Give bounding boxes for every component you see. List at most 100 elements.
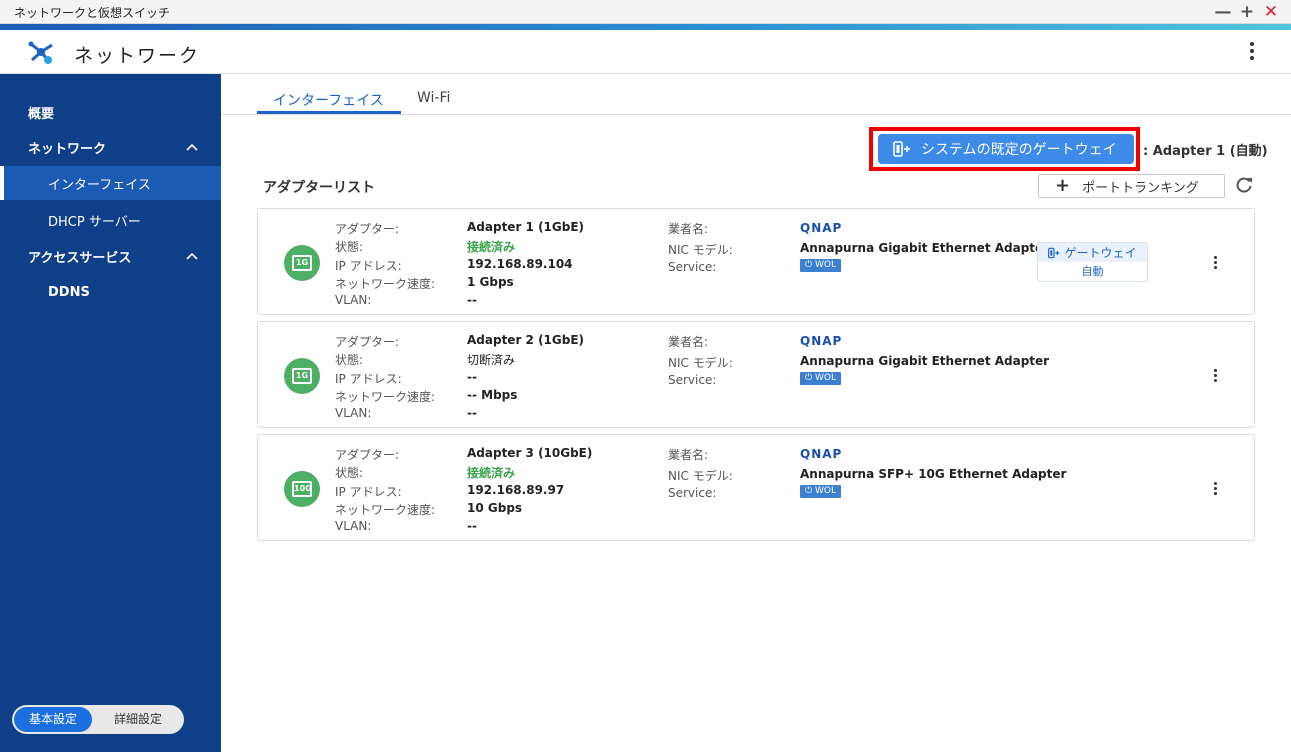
- adapter-ip: 192.168.89.104: [467, 257, 573, 271]
- sidebar: 概要 ネットワーク インターフェイス DHCP サーバー アクセスサービス DD…: [0, 74, 221, 752]
- gateway-tag: ゲートウェイ 自動: [1037, 242, 1148, 282]
- adapter-list-title: アダプターリスト: [263, 180, 375, 196]
- adapter-card[interactable]: 1G アダプター: 状態: IP アドレス: ネットワーク速度: VLAN: A…: [257, 208, 1255, 315]
- sidebar-item-label: DDNS: [48, 284, 90, 300]
- adapter-speed: -- Mbps: [467, 388, 518, 402]
- port-trunking-label: ポートトランキング: [1082, 180, 1199, 196]
- refresh-icon[interactable]: [1234, 175, 1254, 195]
- chevron-up-icon[interactable]: [185, 140, 199, 154]
- gateway-mode: 自動: [1081, 265, 1104, 278]
- adapter-label: アダプター:: [335, 222, 400, 236]
- adapter-status: 接続済み: [467, 466, 516, 480]
- mode-toggle[interactable]: 基本設定 詳細設定: [12, 705, 184, 734]
- app-header: ネットワーク: [0, 30, 1291, 74]
- nic-model-label: NIC モデル:: [668, 469, 733, 483]
- gateway-tag-label: ゲートウェイ: [1064, 246, 1137, 260]
- vendor-label: 業者名:: [668, 222, 709, 236]
- vlan-label: VLAN:: [335, 406, 372, 420]
- maximize-icon[interactable]: +: [1237, 2, 1257, 22]
- sidebar-item-label: DHCP サーバー: [48, 214, 141, 230]
- nic-model: Annapurna Gigabit Ethernet Adapter: [800, 354, 1050, 368]
- status-label: 状態:: [335, 353, 364, 367]
- adapter-name: Adapter 3 (10GbE): [467, 446, 593, 460]
- adapter-status: 接続済み: [467, 240, 516, 254]
- sidebar-item-label: 概要: [28, 106, 55, 122]
- row-more-icon[interactable]: [1211, 482, 1219, 498]
- qnap-logo: QNAP: [800, 334, 843, 348]
- vendor-label: 業者名:: [668, 335, 709, 349]
- status-label: 状態:: [335, 240, 364, 254]
- sidebar-item-dhcp-server[interactable]: DHCP サーバー: [0, 203, 221, 237]
- active-tab-indicator: [257, 111, 401, 114]
- sidebar-item-label: アクセスサービス: [28, 250, 132, 266]
- chevron-up-icon[interactable]: [185, 249, 199, 263]
- sidebar-item-access-services[interactable]: アクセスサービス: [0, 239, 221, 273]
- default-gateway-label: システムの既定のゲートウェイ: [921, 142, 1117, 158]
- main-content: インターフェイス Wi-Fi システムの既定のゲートウェイ : Adapter …: [221, 74, 1291, 752]
- basic-mode-button[interactable]: 基本設定: [14, 707, 92, 732]
- service-label: Service:: [668, 260, 717, 274]
- default-gateway-value: : Adapter 1 (自動): [1143, 144, 1268, 159]
- window-title-bar: ネットワークと仮想スイッチ — + ✕: [0, 0, 1291, 24]
- ip-label: IP アドレス:: [335, 485, 402, 499]
- adapter-name: Adapter 2 (1GbE): [467, 333, 585, 347]
- vendor-label: 業者名:: [668, 448, 709, 462]
- port-trunking-button[interactable]: + ポートトランキング: [1038, 174, 1225, 198]
- sidebar-item-overview[interactable]: 概要: [0, 95, 221, 129]
- ethernet-port-icon: 1G: [284, 358, 320, 394]
- default-gateway-button[interactable]: システムの既定のゲートウェイ: [878, 134, 1134, 164]
- close-icon[interactable]: ✕: [1261, 2, 1281, 22]
- status-label: 状態:: [335, 466, 364, 480]
- adapter-speed: 1 Gbps: [467, 275, 514, 289]
- row-more-icon[interactable]: [1211, 256, 1219, 272]
- vlan-label: VLAN:: [335, 293, 372, 307]
- ip-label: IP アドレス:: [335, 372, 402, 386]
- advanced-mode-button[interactable]: 詳細設定: [98, 707, 178, 732]
- nic-model-label: NIC モデル:: [668, 243, 733, 257]
- ip-label: IP アドレス:: [335, 259, 402, 273]
- adapter-card[interactable]: 1G アダプター: 状態: IP アドレス: ネットワーク速度: VLAN: A…: [257, 321, 1255, 428]
- speed-label: ネットワーク速度:: [335, 277, 436, 291]
- tab-bar: インターフェイス Wi-Fi: [221, 74, 1291, 115]
- adapter-status: 切断済み: [467, 353, 516, 367]
- sidebar-item-ddns[interactable]: DDNS: [0, 275, 221, 309]
- adapter-ip: --: [467, 370, 477, 384]
- adapter-label: アダプター:: [335, 448, 400, 462]
- speed-label: ネットワーク速度:: [335, 390, 436, 404]
- gateway-icon: [1048, 247, 1060, 258]
- sidebar-item-network[interactable]: ネットワーク: [0, 130, 221, 164]
- more-options-icon[interactable]: [1240, 39, 1264, 65]
- tab-wifi[interactable]: Wi-Fi: [417, 90, 450, 106]
- nic-model: Annapurna Gigabit Ethernet Adapter: [800, 241, 1050, 255]
- ethernet-port-icon: 10G: [284, 471, 320, 507]
- ethernet-port-icon: 1G: [284, 245, 320, 281]
- wol-badge: ⏻ WOL: [800, 372, 841, 385]
- tab-interface[interactable]: インターフェイス: [273, 90, 384, 110]
- adapter-ip: 192.168.89.97: [467, 483, 565, 497]
- plus-icon: +: [1055, 175, 1071, 196]
- nic-model-label: NIC モデル:: [668, 356, 733, 370]
- network-icon: [28, 41, 53, 64]
- adapter-card[interactable]: 10G アダプター: 状態: IP アドレス: ネットワーク速度: VLAN: …: [257, 434, 1255, 541]
- row-more-icon[interactable]: [1211, 369, 1219, 385]
- window-title: ネットワークと仮想スイッチ: [14, 6, 171, 20]
- vlan-label: VLAN:: [335, 519, 372, 533]
- app-title: ネットワーク: [74, 45, 201, 67]
- sidebar-item-label: ネットワーク: [28, 141, 107, 157]
- adapter-speed: 10 Gbps: [467, 501, 523, 515]
- service-label: Service:: [668, 373, 717, 387]
- minimize-icon[interactable]: —: [1213, 2, 1233, 22]
- adapter-label: アダプター:: [335, 335, 400, 349]
- gateway-icon: [893, 141, 910, 157]
- sidebar-item-label: インターフェイス: [48, 177, 151, 193]
- qnap-logo: QNAP: [800, 221, 843, 235]
- sidebar-item-interface[interactable]: インターフェイス: [0, 166, 221, 200]
- adapter-vlan: --: [467, 406, 477, 420]
- speed-label: ネットワーク速度:: [335, 503, 436, 517]
- service-label: Service:: [668, 486, 717, 500]
- qnap-logo: QNAP: [800, 447, 843, 461]
- wol-badge: ⏻ WOL: [800, 259, 841, 272]
- adapter-vlan: --: [467, 519, 477, 533]
- adapter-vlan: --: [467, 293, 477, 307]
- wol-badge: ⏻ WOL: [800, 485, 841, 498]
